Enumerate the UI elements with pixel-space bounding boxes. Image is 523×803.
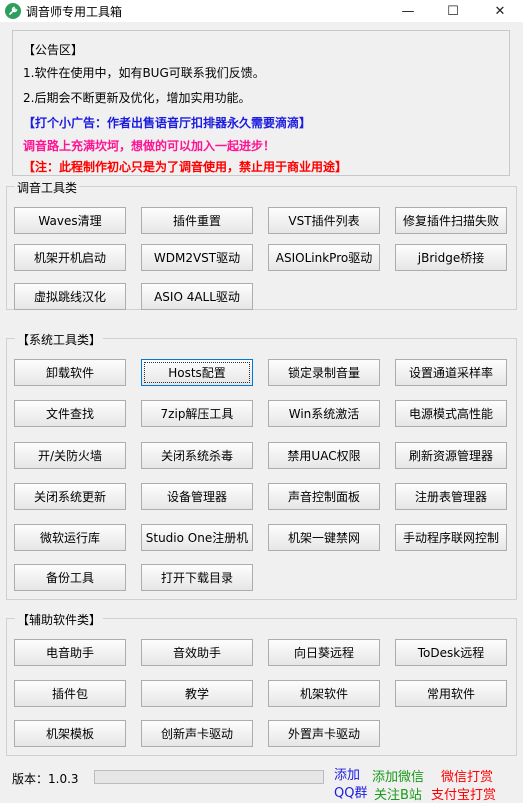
registry-editor-button[interactable]: 注册表管理器: [395, 483, 507, 510]
version-label: 版本：1.0.3: [12, 772, 79, 786]
wdm2vst-driver-button[interactable]: WDM2VST驱动: [141, 244, 253, 271]
ms-runtime-button[interactable]: 微软运行库: [14, 524, 126, 551]
asiolinkpro-driver-button[interactable]: ASIOLinkPro驱动: [268, 244, 380, 271]
plugin-reset-button[interactable]: 插件重置: [141, 207, 253, 234]
external-soundcard-driver-button[interactable]: 外置声卡驱动: [268, 720, 380, 747]
open-download-dir-button[interactable]: 打开下载目录: [141, 564, 253, 591]
win-activate-button[interactable]: Win系统激活: [268, 400, 380, 427]
channel-samplerate-button[interactable]: 设置通道采样率: [395, 359, 507, 386]
waves-clean-button[interactable]: Waves清理: [14, 207, 126, 234]
asio4all-driver-button[interactable]: ASIO 4ALL驱动: [141, 283, 253, 310]
minimize-button[interactable]: —: [385, 0, 431, 22]
add-qq-link-line1[interactable]: 添加: [334, 764, 360, 783]
notice-heading: 【公告区】: [23, 43, 84, 57]
title-bar: 调音师专用工具箱 — ☐ ✕: [0, 0, 523, 22]
window-title: 调音师专用工具箱: [26, 5, 123, 19]
notice-line-2: 2.后期会不断更新及优化，增加实用功能。: [23, 91, 251, 105]
progress-bar: [94, 770, 324, 784]
notice-ad: 【打个小广告：作者出售语音厅扣排器永久需要滴滴】: [23, 116, 312, 130]
plugin-pack-button[interactable]: 插件包: [14, 680, 126, 707]
rack-autostart-button[interactable]: 机架开机启动: [14, 244, 126, 271]
device-manager-button[interactable]: 设备管理器: [141, 483, 253, 510]
jbridge-button[interactable]: jBridge桥接: [395, 244, 507, 271]
follow-bilibili-link[interactable]: 关注B站: [374, 784, 422, 803]
sunflower-remote-button[interactable]: 向日葵远程: [268, 639, 380, 666]
disable-antivirus-button[interactable]: 关闭系统杀毒: [141, 442, 253, 469]
disable-uac-button[interactable]: 禁用UAC权限: [268, 442, 380, 469]
common-software-button[interactable]: 常用软件: [395, 680, 507, 707]
backup-tool-button[interactable]: 备份工具: [14, 564, 126, 591]
notice-invite: 调音路上充满坎坷，想做的可以加入一起进步！: [23, 139, 276, 153]
close-button[interactable]: ✕: [477, 0, 523, 22]
notice-note: 【注：此程制作初心只是为了调音使用，禁止用于商业用途】: [23, 160, 348, 174]
uninstall-software-button[interactable]: 卸载软件: [14, 359, 126, 386]
rack-software-button[interactable]: 机架软件: [268, 680, 380, 707]
file-search-button[interactable]: 文件查找: [14, 400, 126, 427]
wrench-app-icon: [5, 3, 21, 19]
vst-plugin-list-button[interactable]: VST插件列表: [268, 207, 380, 234]
tuning-tools-label: 调音工具类: [15, 179, 80, 196]
eletronic-assistant-button[interactable]: 电音助手: [14, 639, 126, 666]
fix-plugin-scan-button[interactable]: 修复插件扫描失败: [395, 207, 507, 234]
firewall-toggle-button[interactable]: 开/关防火墙: [14, 442, 126, 469]
7zip-button[interactable]: 7zip解压工具: [141, 400, 253, 427]
lock-record-volume-button[interactable]: 锁定录制音量: [268, 359, 380, 386]
rack-template-button[interactable]: 机架模板: [14, 720, 126, 747]
studio-one-keygen-button[interactable]: Studio One注册机: [141, 524, 253, 551]
maximize-button[interactable]: ☐: [430, 0, 476, 22]
wechat-tip-link[interactable]: 微信打赏: [441, 766, 493, 785]
aux-software-label: 【辅助软件类】: [15, 611, 104, 628]
creative-soundcard-driver-button[interactable]: 创新声卡驱动: [141, 720, 253, 747]
app-network-control-button[interactable]: 手动程序联网控制: [395, 524, 507, 551]
effects-assistant-button[interactable]: 音效助手: [141, 639, 253, 666]
rack-block-network-button[interactable]: 机架一键禁网: [268, 524, 380, 551]
sound-control-panel-button[interactable]: 声音控制面板: [268, 483, 380, 510]
add-wechat-link[interactable]: 添加微信: [372, 766, 424, 785]
alipay-tip-link[interactable]: 支付宝打赏: [431, 784, 496, 803]
hosts-config-button[interactable]: Hosts配置: [141, 359, 253, 386]
tutorial-button[interactable]: 教学: [141, 680, 253, 707]
power-high-perf-button[interactable]: 电源模式高性能: [395, 400, 507, 427]
todesk-remote-button[interactable]: ToDesk远程: [395, 639, 507, 666]
refresh-explorer-button[interactable]: 刷新资源管理器: [395, 442, 507, 469]
system-tools-label: 【系统工具类】: [15, 331, 104, 348]
notice-panel: 【公告区】 1.软件在使用中，如有BUG可联系我们反馈。 2.后期会不断更新及优…: [12, 30, 510, 176]
disable-updates-button[interactable]: 关闭系统更新: [14, 483, 126, 510]
add-qq-link-line2[interactable]: QQ群: [334, 782, 367, 801]
notice-line-1: 1.软件在使用中，如有BUG可联系我们反馈。: [23, 66, 265, 80]
virtual-cable-cn-button[interactable]: 虚拟跳线汉化: [14, 283, 126, 310]
